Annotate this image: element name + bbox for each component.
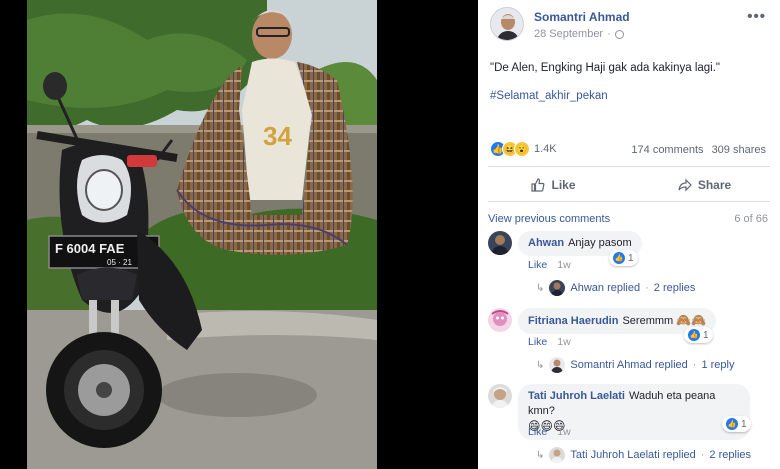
reply-count: 1 reply	[701, 359, 735, 371]
commenter-name[interactable]: Tati Juhroh Laelati	[528, 390, 625, 402]
view-previous-comments-link[interactable]: View previous comments	[488, 213, 610, 225]
replier-name: Tati Juhroh Laelati replied	[570, 449, 696, 461]
comment-text: Seremmm	[622, 315, 674, 327]
replier-avatar	[549, 280, 566, 296]
comment-like-link[interactable]: Like	[528, 259, 547, 271]
comments-count[interactable]: 174 comments	[631, 144, 703, 156]
globe-icon	[614, 29, 624, 39]
replies-link[interactable]: ↳ Tati Juhroh Laelati replied · 2 replie…	[536, 447, 751, 463]
like-reaction-icon: 👍	[726, 418, 738, 430]
reply-count: 2 replies	[653, 282, 696, 294]
replier-avatar	[549, 447, 566, 463]
post-meta: 28 September ·	[534, 28, 624, 40]
reply-arrow-icon: ↳	[536, 282, 545, 294]
reaction-count: 1.4K	[534, 143, 557, 155]
dot-separator: ·	[645, 282, 649, 294]
comment-text: Anjay pasom	[568, 237, 632, 249]
share-arrow-icon	[678, 178, 692, 192]
comment-reaction-count: 1	[703, 329, 709, 341]
comment-actions: Like 1w	[528, 336, 571, 348]
post-photo[interactable]: 34 F 6004 FAE 05 · 21	[27, 0, 377, 469]
author-name[interactable]: Somantri Ahmad	[534, 10, 630, 24]
thumbs-up-icon	[531, 178, 545, 192]
author-avatar-image	[491, 8, 523, 40]
comment-time[interactable]: 1w	[557, 259, 570, 271]
avatar-image	[488, 384, 512, 408]
replies-link[interactable]: ↳ Ahwan replied · 2 replies	[536, 280, 695, 296]
comment-like-link[interactable]: Like	[528, 426, 547, 438]
like-reaction-icon: 👍	[688, 329, 700, 341]
post-date[interactable]: 28 September	[534, 28, 603, 40]
reply-count: 2 replies	[709, 449, 751, 461]
comment-actions: Like 1w	[528, 259, 571, 271]
avatar-image	[549, 447, 566, 463]
comments-section: View previous comments 6 of 66 Ahwan Anja…	[478, 202, 780, 469]
dot-separator: ·	[700, 449, 705, 461]
license-plate-date: 05 · 21	[107, 258, 132, 267]
comment-reaction-pill[interactable]: 👍 1	[609, 250, 638, 266]
shares-count[interactable]: 309 shares	[712, 144, 766, 156]
replier-name: Somantri Ahmad replied	[570, 359, 688, 371]
photo-viewer: 34 F 6004 FAE 05 · 21	[0, 0, 478, 469]
author-avatar[interactable]	[490, 7, 524, 41]
like-reaction-icon: 👍	[613, 252, 625, 264]
share-button[interactable]: Share	[629, 171, 780, 199]
replier-avatar	[549, 357, 566, 373]
comment-reaction-count: 1	[628, 252, 634, 264]
post-hashtag[interactable]: #Selamat_akhir_pekan	[490, 90, 608, 102]
post-text: "De Alen, Engking Haji gak ada kakinya l…	[490, 62, 720, 74]
svg-text:34: 34	[263, 121, 292, 151]
commenter-avatar[interactable]	[488, 308, 512, 332]
commenter-name[interactable]: Ahwan	[528, 237, 564, 249]
post-side-panel: Somantri Ahmad 28 September · ••• "De Al…	[478, 0, 780, 469]
like-button-label: Like	[551, 178, 576, 192]
comment-like-link[interactable]: Like	[528, 336, 547, 348]
comment-actions: Like 1w	[528, 426, 571, 438]
post-actions: Like Share	[478, 171, 780, 199]
avatar-image	[488, 231, 512, 255]
reply-arrow-icon: ↳	[536, 449, 545, 461]
avatar-image	[549, 280, 566, 296]
more-options-button[interactable]: •••	[747, 8, 766, 25]
replier-name: Ahwan replied	[570, 282, 641, 294]
comment-emoji: 🙈🙈	[676, 313, 707, 327]
dot-separator: ·	[692, 359, 697, 371]
commenter-name[interactable]: Fitriana Haerudin	[528, 315, 618, 327]
post-header: Somantri Ahmad 28 September · •••	[478, 0, 780, 50]
comments-page-count: 6 of 66	[734, 213, 768, 225]
reaction-summary[interactable]: 👍 😆 😮 1.4K	[490, 141, 557, 157]
engagement-counts: 174 comments 309 shares	[631, 144, 766, 156]
comment-reaction-pill[interactable]: 👍 1	[684, 327, 713, 343]
commenter-avatar[interactable]	[488, 384, 512, 408]
dot-separator: ·	[607, 28, 611, 40]
photo-illustration: 34 F 6004 FAE 05 · 21	[27, 0, 377, 469]
comment-reaction-count: 1	[741, 418, 747, 430]
replies-link[interactable]: ↳ Somantri Ahmad replied · 1 reply	[536, 357, 735, 373]
commenter-avatar[interactable]	[488, 231, 512, 255]
avatar-image	[549, 357, 566, 373]
like-button[interactable]: Like	[478, 171, 629, 199]
avatar-image	[488, 308, 512, 332]
reply-arrow-icon: ↳	[536, 359, 545, 371]
comment-time[interactable]: 1w	[557, 336, 570, 348]
license-plate-number: F 6004 FAE	[55, 241, 125, 256]
wow-reaction-icon: 😮	[514, 141, 530, 157]
comment-time[interactable]: 1w	[557, 426, 570, 438]
divider	[488, 166, 770, 167]
comment-reaction-pill[interactable]: 👍 1	[722, 416, 751, 432]
share-button-label: Share	[697, 178, 732, 192]
